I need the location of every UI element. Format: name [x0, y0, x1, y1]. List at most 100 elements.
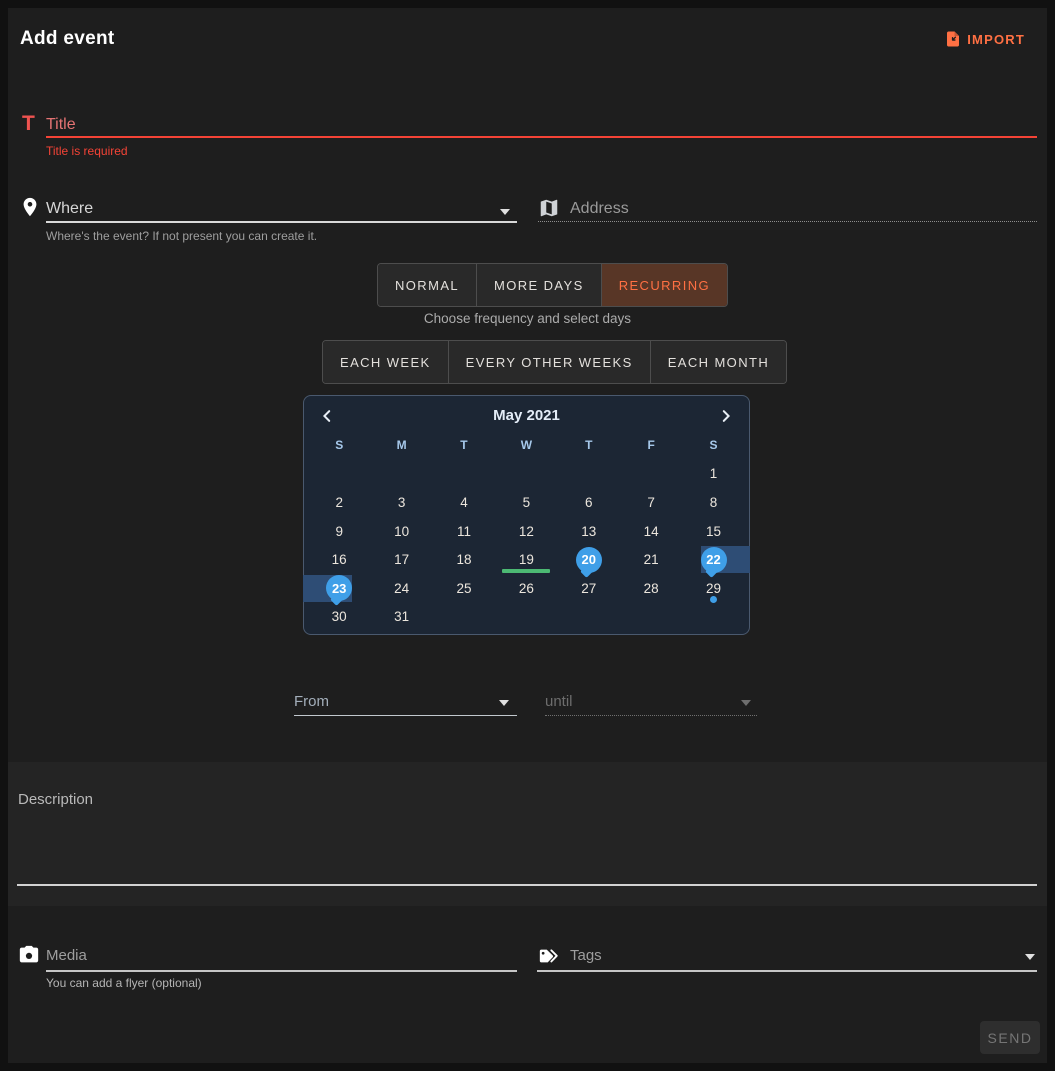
calendar-weekday-header: W: [495, 431, 557, 460]
calendar-day-25[interactable]: 25: [433, 574, 495, 603]
calendar-day-11[interactable]: 11: [433, 517, 495, 546]
tab-normal[interactable]: NORMAL: [378, 264, 476, 306]
import-label: IMPORT: [967, 32, 1025, 47]
calendar-day-empty: [682, 603, 744, 632]
selected-day-marker: 20: [576, 547, 602, 573]
where-dropdown-arrow-icon[interactable]: [500, 209, 510, 215]
where-underline: [46, 221, 517, 223]
file-import-icon: [944, 30, 962, 48]
calendar-weekday-header: M: [370, 431, 432, 460]
calendar-day-16[interactable]: 16: [308, 545, 370, 574]
calendar-day-17[interactable]: 17: [370, 545, 432, 574]
calendar: May 2021 SMTWTFS123456789101112131415161…: [303, 395, 750, 635]
calendar-day-12[interactable]: 12: [495, 517, 557, 546]
frequency-options: EACH WEEKEVERY OTHER WEEKSEACH MONTH: [322, 340, 787, 384]
title-input[interactable]: Title: [46, 116, 76, 134]
description-textarea[interactable]: Description: [8, 762, 1047, 906]
chevron-right-icon: [717, 407, 735, 425]
location-pin-icon: [19, 196, 41, 218]
media-hint: You can add a flyer (optional): [46, 976, 202, 990]
calendar-day-1[interactable]: 1: [682, 460, 744, 489]
until-time-select[interactable]: until: [537, 690, 757, 716]
selected-day-marker: 22: [701, 547, 727, 573]
calendar-day-empty: [495, 460, 557, 489]
calendar-day-3[interactable]: 3: [370, 488, 432, 517]
calendar-weekday-header: F: [620, 431, 682, 460]
frequency-each-month[interactable]: EACH MONTH: [650, 341, 786, 383]
add-event-form: Add event IMPORT T Title Title is requir…: [8, 8, 1047, 1063]
calendar-day-31[interactable]: 31: [370, 603, 432, 632]
calendar-weekday-header: S: [308, 431, 370, 460]
calendar-day-10[interactable]: 10: [370, 517, 432, 546]
calendar-next-month-button[interactable]: [715, 406, 737, 428]
calendar-day-18[interactable]: 18: [433, 545, 495, 574]
calendar-day-29[interactable]: 29: [682, 574, 744, 603]
description-placeholder: Description: [18, 791, 93, 808]
calendar-day-14[interactable]: 14: [620, 517, 682, 546]
calendar-day-28[interactable]: 28: [620, 574, 682, 603]
calendar-weekday-header: T: [558, 431, 620, 460]
calendar-day-4[interactable]: 4: [433, 488, 495, 517]
calendar-day-9[interactable]: 9: [308, 517, 370, 546]
camera-icon: [18, 944, 40, 966]
calendar-day-30[interactable]: 30: [308, 603, 370, 632]
from-time-select[interactable]: From: [294, 690, 517, 716]
calendar-day-22[interactable]: 22: [682, 545, 744, 574]
calendar-day-empty: [620, 603, 682, 632]
title-underline: [46, 136, 1037, 138]
calendar-weekday-header: T: [433, 431, 495, 460]
media-input[interactable]: Media: [46, 947, 87, 964]
calendar-day-21[interactable]: 21: [620, 545, 682, 574]
calendar-day-19[interactable]: 19: [495, 545, 557, 574]
calendar-day-6[interactable]: 6: [558, 488, 620, 517]
tags-icon: [537, 945, 561, 967]
calendar-day-empty: [558, 460, 620, 489]
frequency-every-other-weeks[interactable]: EVERY OTHER WEEKS: [448, 341, 650, 383]
calendar-day-27[interactable]: 27: [558, 574, 620, 603]
calendar-day-empty: [495, 603, 557, 632]
calendar-day-empty: [620, 460, 682, 489]
calendar-day-empty: [370, 460, 432, 489]
calendar-day-26[interactable]: 26: [495, 574, 557, 603]
calendar-day-empty: [558, 603, 620, 632]
where-select[interactable]: Where: [46, 200, 93, 218]
calendar-day-8[interactable]: 8: [682, 488, 744, 517]
calendar-day-15[interactable]: 15: [682, 517, 744, 546]
import-button[interactable]: IMPORT: [944, 30, 1025, 48]
calendar-day-5[interactable]: 5: [495, 488, 557, 517]
event-mode-tabs: NORMALMORE DAYSRECURRING: [377, 263, 728, 307]
map-icon: [538, 197, 560, 219]
tags-dropdown-arrow-icon[interactable]: [1025, 954, 1035, 960]
calendar-day-empty: [433, 460, 495, 489]
from-placeholder: From: [294, 693, 329, 710]
where-hint: Where's the event? If not present you ca…: [46, 229, 317, 243]
calendar-day-13[interactable]: 13: [558, 517, 620, 546]
from-dropdown-arrow-icon: [499, 700, 509, 706]
today-underline: [502, 569, 550, 573]
from-underline: [294, 715, 517, 717]
tags-underline: [537, 970, 1037, 972]
send-button[interactable]: SEND: [980, 1021, 1040, 1054]
tab-more-days[interactable]: MORE DAYS: [476, 264, 601, 306]
frequency-hint: Choose frequency and select days: [8, 311, 1047, 326]
address-input[interactable]: Address: [570, 200, 629, 218]
frequency-each-week[interactable]: EACH WEEK: [323, 341, 448, 383]
title-text-icon: T: [22, 112, 35, 136]
calendar-day-2[interactable]: 2: [308, 488, 370, 517]
calendar-grid: SMTWTFS123456789101112131415161718192021…: [308, 431, 745, 631]
calendar-day-23[interactable]: 23: [308, 574, 370, 603]
calendar-day-empty: [308, 460, 370, 489]
tags-select[interactable]: Tags: [570, 947, 602, 964]
title-error-message: Title is required: [46, 144, 128, 158]
media-underline: [46, 970, 517, 972]
page-title: Add event: [20, 28, 115, 50]
until-placeholder: until: [545, 693, 573, 710]
until-dropdown-arrow-icon: [741, 700, 751, 706]
calendar-day-7[interactable]: 7: [620, 488, 682, 517]
calendar-day-24[interactable]: 24: [370, 574, 432, 603]
address-underline: [538, 221, 1037, 222]
tab-recurring[interactable]: RECURRING: [601, 264, 727, 306]
calendar-day-empty: [433, 603, 495, 632]
until-underline: [545, 715, 757, 716]
calendar-day-20[interactable]: 20: [558, 545, 620, 574]
